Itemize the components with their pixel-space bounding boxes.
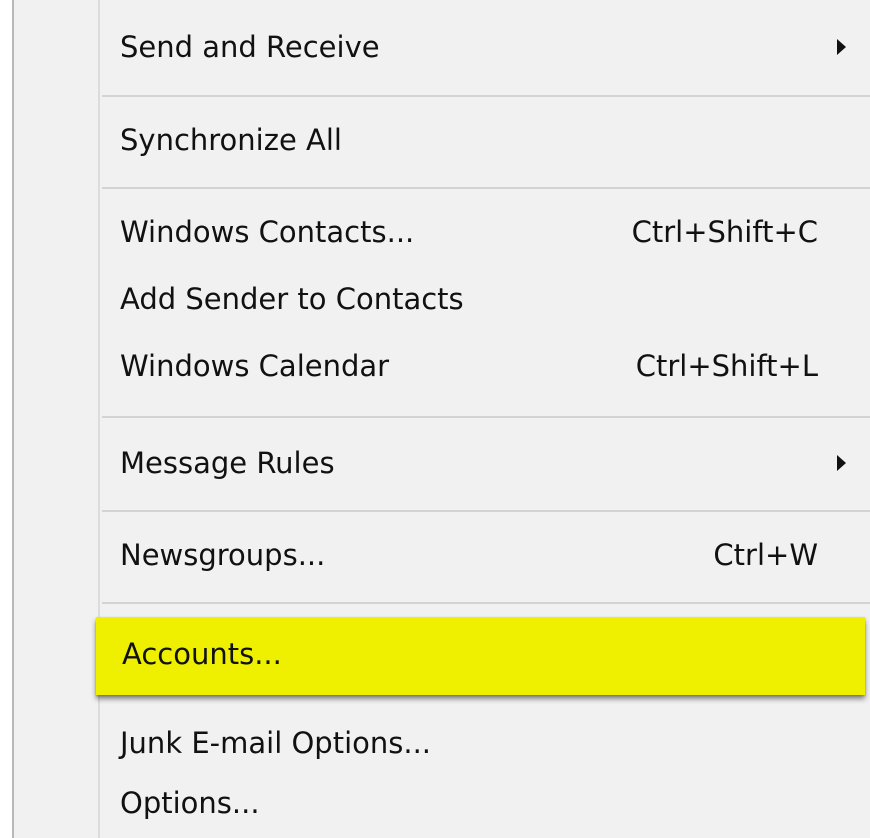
menu-item-label: Windows Contacts... [120, 215, 415, 249]
menu-item-synchronize-all[interactable]: Synchronize All [14, 105, 870, 175]
menu-item-newsgroups[interactable]: Newsgroups... Ctrl+W [14, 520, 870, 590]
menu-item-windows-calendar[interactable]: Windows Calendar Ctrl+Shift+L [14, 331, 870, 401]
window-edge [0, 0, 14, 838]
menu-item-message-rules[interactable]: Message Rules [14, 428, 870, 498]
menu-item-label: Windows Calendar [120, 349, 390, 383]
menu-separator [102, 187, 870, 189]
menu-item-label: Newsgroups... [120, 538, 326, 572]
menu-item-label: Junk E-mail Options... [120, 726, 432, 760]
menu-item-shortcut: Ctrl+W [713, 538, 818, 572]
menu-item-accounts[interactable]: Accounts... [14, 619, 870, 689]
menu-item-windows-contacts[interactable]: Windows Contacts... Ctrl+Shift+C [14, 197, 870, 267]
menu-item-label: Send and Receive [120, 30, 380, 64]
tools-menu: Send and Receive Synchronize All Windows… [14, 0, 870, 838]
menu-separator [102, 416, 870, 418]
menu-item-label: Options... [120, 786, 260, 820]
menu-item-add-sender-to-contacts[interactable]: Add Sender to Contacts [14, 264, 870, 334]
menu-item-options[interactable]: Options... [14, 768, 870, 838]
menu-item-shortcut: Ctrl+Shift+L [635, 349, 818, 383]
menu-item-send-and-receive[interactable]: Send and Receive [14, 12, 870, 82]
menu-item-label: Message Rules [120, 446, 335, 480]
menu-item-label: Add Sender to Contacts [120, 282, 464, 316]
menu-separator [102, 95, 870, 97]
menu-item-label: Accounts... [122, 637, 282, 671]
menu-separator [102, 602, 870, 604]
menu-item-shortcut: Ctrl+Shift+C [631, 215, 818, 249]
submenu-arrow-icon [837, 39, 846, 55]
menu-item-label: Synchronize All [120, 123, 342, 157]
menu-separator [102, 510, 870, 512]
submenu-arrow-icon [837, 455, 846, 471]
